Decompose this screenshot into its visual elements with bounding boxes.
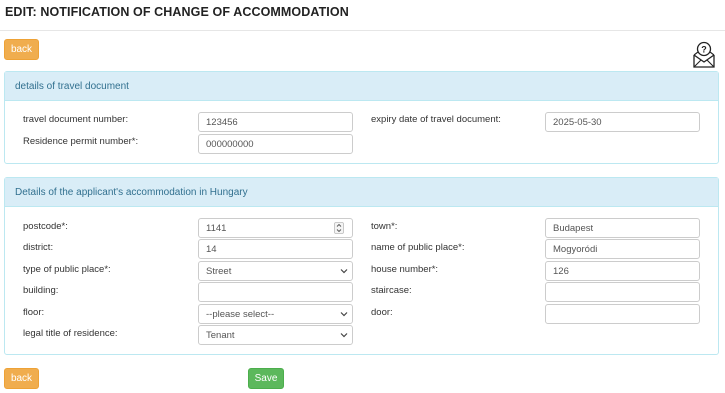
travel-document-number-label: travel document number: — [23, 114, 129, 125]
residence-permit-label: Residence permit number*: — [23, 136, 139, 147]
travel-document-panel: details of travel document travel docume… — [4, 71, 719, 164]
legal-title-label: legal title of residence: — [23, 328, 118, 339]
chevron-down-icon — [340, 269, 348, 274]
title-divider — [0, 30, 725, 31]
floor-value: --please select-- — [206, 308, 275, 320]
legal-title-value: Tenant — [206, 329, 235, 341]
floor-label: floor: — [23, 307, 45, 318]
staircase-label: staircase: — [371, 285, 412, 296]
house-number-label: house number*: — [371, 264, 439, 275]
public-place-type-select[interactable]: Street — [198, 261, 353, 281]
postcode-input[interactable]: 1141 — [198, 218, 353, 238]
travel-document-number-input[interactable]: 123456 — [198, 112, 353, 132]
travel-document-heading: details of travel document — [5, 72, 718, 101]
public-place-name-input[interactable]: Mogyoródi — [545, 239, 700, 259]
public-place-type-label: type of public place*: — [23, 264, 111, 275]
building-input[interactable] — [198, 282, 353, 302]
expiry-date-label: expiry date of travel document: — [371, 114, 501, 125]
back-button-bottom[interactable]: back — [4, 368, 39, 389]
page-title: EDIT: NOTIFICATION OF CHANGE OF ACCOMMOD… — [5, 5, 349, 19]
staircase-input[interactable] — [545, 282, 700, 302]
district-label: district: — [23, 242, 54, 253]
postcode-label: postcode*: — [23, 221, 68, 232]
public-place-name-label: name of public place*: — [371, 242, 465, 253]
district-input[interactable]: 14 — [198, 239, 353, 259]
back-button-top[interactable]: back — [4, 39, 39, 60]
envelope-question-icon[interactable]: ? — [691, 41, 717, 69]
accommodation-heading: Details of the applicant's accommodation… — [5, 178, 718, 207]
legal-title-select[interactable]: Tenant — [198, 325, 353, 345]
house-number-input[interactable]: 126 — [545, 261, 700, 281]
spinner-icon[interactable] — [334, 222, 344, 234]
postcode-value: 1141 — [206, 222, 227, 234]
residence-permit-input[interactable]: 000000000 — [198, 134, 353, 154]
floor-select[interactable]: --please select-- — [198, 304, 353, 324]
save-button[interactable]: Save — [248, 368, 284, 389]
door-label: door: — [371, 307, 393, 318]
chevron-down-icon — [340, 312, 348, 317]
public-place-type-value: Street — [206, 265, 232, 277]
chevron-down-icon — [340, 333, 348, 338]
svg-text:?: ? — [701, 45, 707, 55]
expiry-date-input[interactable]: 2025-05-30 — [545, 112, 700, 132]
door-input[interactable] — [545, 304, 700, 324]
town-label: town*: — [371, 221, 398, 232]
building-label: building: — [23, 285, 59, 296]
town-input[interactable]: Budapest — [545, 218, 700, 238]
accommodation-panel: Details of the applicant's accommodation… — [4, 177, 719, 355]
